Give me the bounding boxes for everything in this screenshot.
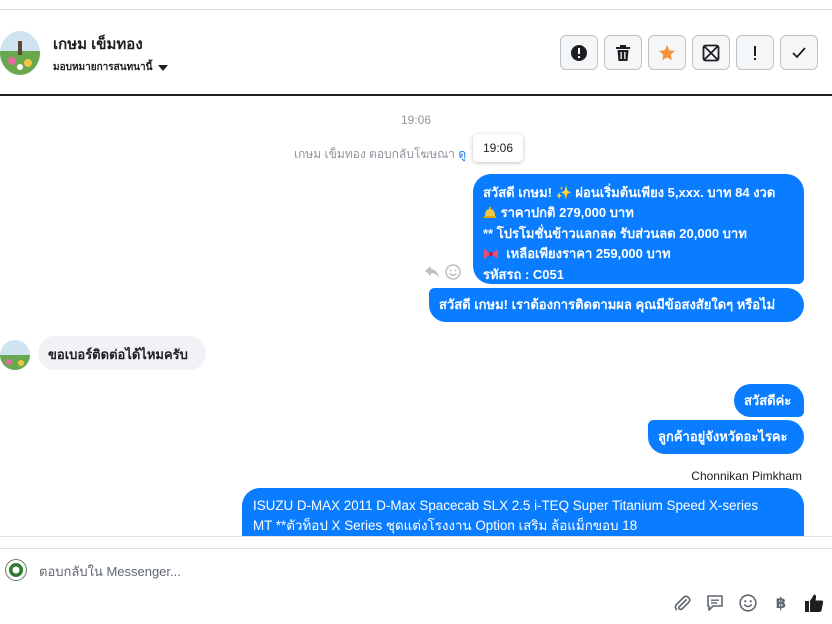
react-smiley-icon[interactable] [445, 264, 461, 280]
message-line: ISUZU D-MAX 2011 D-Max Spacecab SLX 2.5 … [253, 498, 759, 513]
incoming-message[interactable]: ขอเบอร์ติดต่อได้ไหมครับ [38, 336, 206, 370]
message-thread[interactable]: 19:06 เกษม เข็มทอง ตอบกลับโฆษณา ดู 19:06… [0, 97, 832, 537]
reply-composer: ฿ [0, 548, 832, 624]
time-tooltip: 19:06 [473, 134, 524, 162]
like-button[interactable] [804, 593, 824, 613]
payment-button[interactable]: ฿ [771, 593, 791, 613]
ribbon-icon [483, 246, 499, 266]
assign-conversation-dropdown[interactable]: มอบหมายการสนทนานี้ [53, 60, 169, 75]
message-line: MT **ตัวท็อป X Series ชุดแต่งโรงงาน Opti… [253, 517, 638, 533]
ad-reply-text: เกษม เข็มทอง ตอบกลับโฆษณา [294, 147, 456, 161]
message-line-3: ** โปรโมชั่นข้าวแลกลด รับส่วนลด 20,000 บ… [483, 226, 747, 241]
view-ad-link[interactable]: ดู [458, 147, 466, 161]
message-line-2-text: ราคาปกติ 279,000 บาท [500, 204, 634, 220]
message-reactions [424, 264, 461, 280]
reply-icon[interactable] [424, 265, 440, 279]
composer-tools: ฿ [672, 593, 824, 613]
reply-input[interactable] [34, 559, 654, 583]
caret-down-icon [158, 64, 169, 71]
message-timestamp: 19:06 [400, 113, 432, 127]
report-button[interactable] [560, 35, 598, 70]
contact-avatar[interactable] [0, 31, 40, 75]
outgoing-message[interactable]: ลูกค้าอยู่จังหวัดอะไรคะ [648, 420, 804, 454]
delete-button[interactable] [604, 35, 642, 70]
thumbs-up-icon [805, 594, 824, 612]
exclamation-icon [754, 45, 756, 60]
baht-icon: ฿ [775, 594, 787, 612]
outgoing-message[interactable]: สวัสดี เกษม! ✨ ผ่อนเริ่มต้นเพียง 5,xxx. … [473, 174, 804, 284]
sender-name: Chonnikan Pimkham [691, 469, 802, 483]
page-avatar [5, 559, 27, 581]
conversation-header: เกษม เข็มทอง มอบหมายการสนทนานี้ [0, 10, 832, 96]
outgoing-message[interactable]: สวัสดีค่ะ [734, 384, 804, 417]
message-line-5: รหัสรถ : C051 [483, 267, 564, 282]
message-line-4: เหลือเพียงราคา 259,000 บาท [483, 244, 794, 266]
bell-icon [483, 205, 497, 225]
check-icon [792, 46, 806, 58]
outgoing-message[interactable]: สวัสดี เกษม! เราต้องการติดตามผล คุณมีข้อ… [429, 288, 804, 322]
attach-button[interactable] [672, 593, 692, 613]
archive-button[interactable] [692, 35, 730, 70]
saved-replies-button[interactable] [705, 593, 725, 613]
chat-icon [707, 595, 723, 611]
mark-done-button[interactable] [780, 35, 818, 70]
alert-circle-icon [571, 44, 587, 61]
star-icon [659, 44, 675, 60]
emoji-button[interactable] [738, 593, 758, 613]
ad-reply-notice: เกษม เข็มทอง ตอบกลับโฆษณา ดู [294, 145, 466, 164]
archive-icon [702, 44, 720, 61]
mark-important-button[interactable] [736, 35, 774, 70]
message-line: สวัสดี เกษม! ✨ ผ่อนเริ่มต้นเพียง 5,xxx. … [483, 185, 776, 200]
message-line-2: ราคาปกติ 279,000 บาท [483, 203, 794, 225]
contact-avatar-small [0, 340, 30, 370]
star-button[interactable] [648, 35, 686, 70]
contact-name: เกษม เข็มทอง [53, 36, 143, 53]
assign-label: มอบหมายการสนทนานี้ [53, 62, 153, 73]
outgoing-message[interactable]: ISUZU D-MAX 2011 D-Max Spacecab SLX 2.5 … [242, 488, 804, 536]
message-line-4-text: เหลือเพียงราคา 259,000 บาท [506, 245, 671, 261]
trash-icon [616, 44, 630, 61]
header-actions [560, 35, 818, 70]
smiley-icon [739, 594, 757, 612]
paperclip-icon [674, 595, 691, 611]
